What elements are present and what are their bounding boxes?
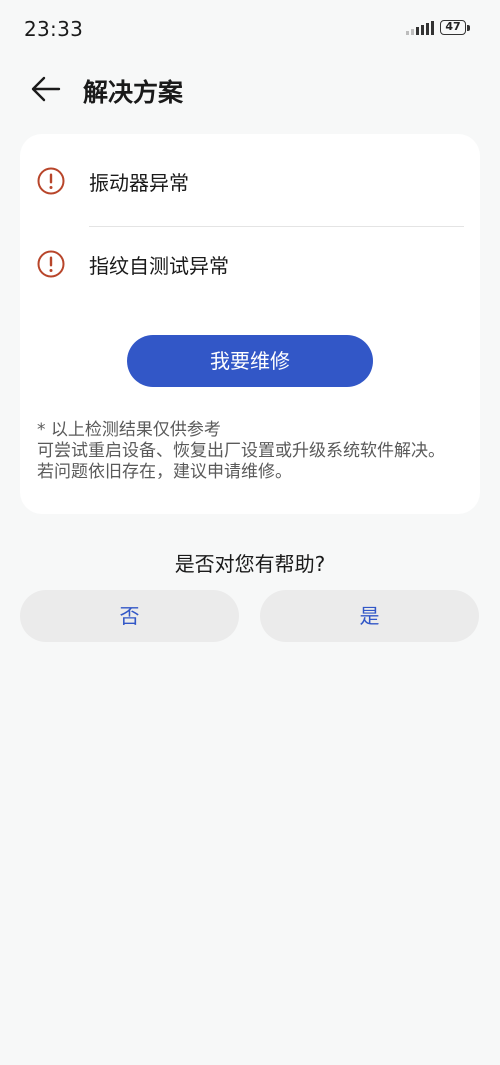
battery-icon: 47 (440, 20, 472, 37)
note-line-2: 可尝试重启设备、恢复出厂设置或升级系统软件解决。若问题依旧存在，建议申请维修。 (37, 441, 445, 482)
arrow-left-icon (31, 76, 61, 102)
header: 解决方案 (0, 58, 500, 120)
yes-button[interactable]: 是 (260, 590, 479, 642)
page-title: 解决方案 (83, 78, 184, 107)
warning-circle-icon (37, 167, 65, 195)
back-button[interactable] (26, 72, 66, 106)
battery-level: 47 (440, 20, 466, 35)
disclaimer-note: * 以上检测结果仅供参考 可尝试重启设备、恢复出厂设置或升级系统软件解决。若问题… (37, 420, 447, 483)
warning-circle-icon (37, 250, 65, 278)
status-bar: 23:33 47 (0, 0, 500, 58)
signal-icon (406, 21, 434, 35)
note-line-1: * 以上检测结果仅供参考 (37, 420, 221, 440)
solution-card: 振动器异常 指纹自测试异常 我要维修 * 以上检测结果仅供参考 可尝试重启设备、… (20, 134, 480, 514)
feedback-question: 是否对您有帮助? (174, 552, 326, 576)
issue-item: 振动器异常 (20, 139, 480, 227)
issue-item: 指纹自测试异常 (20, 222, 480, 306)
no-button[interactable]: 否 (20, 590, 239, 642)
repair-button[interactable]: 我要维修 (127, 335, 373, 387)
status-time: 23:33 (24, 17, 84, 41)
issue-label: 振动器异常 (89, 171, 189, 195)
issue-label: 指纹自测试异常 (89, 254, 229, 278)
